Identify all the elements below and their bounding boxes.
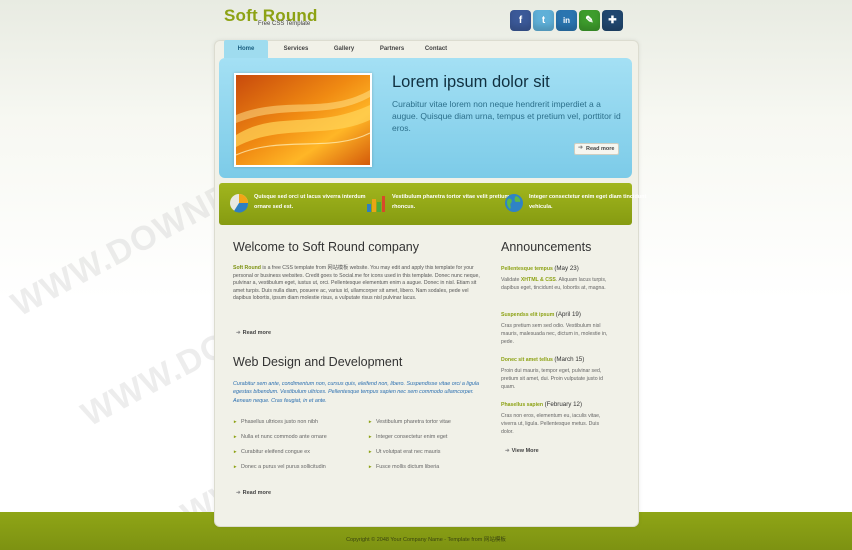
announcement-headline-label: Pellentesque tempus — [501, 266, 553, 272]
globe-icon — [505, 194, 523, 212]
announcements-title: Announcements — [501, 240, 592, 254]
list-item: Curabitur eleifend congue ex — [233, 449, 310, 455]
announcement-headline[interactable]: Phasellus sapien (February 12) — [501, 401, 582, 408]
webdesign-title: Web Design and Development — [233, 355, 403, 369]
list-item: Nulla et nunc commodo ante ornare — [233, 434, 327, 440]
tab-gallery[interactable]: Gallery — [324, 40, 364, 58]
hero-text: Curabitur vitae lorem non neque hendreri… — [392, 99, 621, 133]
webdesign-read-more-label: Read more — [242, 490, 272, 496]
announcement-headline-label: Donec sit amet tellus — [501, 357, 553, 363]
welcome-text: is a free CSS template from 网站模板 website… — [233, 265, 480, 302]
tab-partners[interactable]: Partners — [364, 40, 420, 58]
arrow-icon: ➜ — [236, 490, 241, 496]
footer-copyright: Copyright © 2048 Your Company Name - Tem… — [346, 537, 506, 543]
announcement-date: (February 12) — [544, 401, 583, 408]
feature-text-3: Integer consectetur enim eget diam tinci… — [529, 194, 647, 210]
bar-chart-icon — [367, 196, 385, 212]
announcement-date: (March 15) — [554, 356, 585, 363]
list-item: Donec a purus vel purus sollicitudin — [233, 464, 326, 470]
announcement-date: (April 19) — [555, 311, 581, 318]
hero-read-more-button[interactable]: ➜ Read more — [574, 143, 620, 155]
talk-icon[interactable]: ✎ — [579, 10, 600, 31]
announcement-text: Cras non eros, elementum eu, iaculis vit… — [501, 413, 601, 435]
announcement-headline-label: Phasellus sapien — [501, 402, 544, 408]
announcement-text: Validate XHTML & CSS. Aliquam lacus turp… — [501, 276, 609, 292]
hero-read-more-label: Read more — [586, 146, 615, 152]
list-item: Vestibulum pharetra tortor vitae — [368, 419, 451, 425]
social-links: f t in ✎ ✚ — [510, 10, 623, 31]
arrow-icon: ➜ — [236, 330, 241, 336]
list-item: Fusce mollis dictum liberia — [368, 464, 439, 470]
feature-text-2: Vestibulum pharetra tortor vitae velit p… — [392, 194, 510, 210]
welcome-lead: Soft Round — [233, 265, 261, 271]
announcement-date: (May 23) — [554, 265, 579, 272]
welcome-paragraph: Soft Round is a free CSS template from 网… — [233, 265, 483, 303]
welcome-title: Welcome to Soft Round company — [233, 240, 419, 254]
arrow-icon: ➜ — [578, 145, 584, 151]
twitter-icon[interactable]: t — [533, 10, 554, 31]
main-nav: Home Services Gallery Partners Contact — [224, 40, 452, 58]
announcement-text: Cras pretium sem sed odio. Vestibulum ni… — [501, 323, 608, 345]
logo-subtitle: Free CSS Template — [258, 21, 311, 27]
announcement-headline[interactable]: Suspendss elit ipsum (April 19) — [501, 311, 581, 318]
announcement-text-before: Validate — [501, 277, 520, 283]
tab-home[interactable]: Home — [224, 40, 268, 58]
hero-title: Lorem ipsum dolor sit — [392, 73, 550, 91]
announcement-text: Proin dui mauris, tempor eget, pulvinar … — [501, 368, 604, 390]
linkedin-icon[interactable]: in — [556, 10, 577, 31]
view-more-button[interactable]: ➜ View More — [505, 448, 539, 454]
myspace-icon[interactable]: ✚ — [602, 10, 623, 31]
list-item: Integer consectetur enim eget — [368, 434, 447, 440]
welcome-read-more-button[interactable]: ➜ Read more — [236, 330, 271, 336]
hero-image — [234, 73, 372, 167]
tab-services[interactable]: Services — [268, 40, 324, 58]
webdesign-read-more-button[interactable]: ➜ Read more — [236, 490, 271, 496]
arrow-icon: ➜ — [505, 448, 510, 454]
announcement-headline[interactable]: Pellentesque tempus (May 23) — [501, 265, 579, 272]
view-more-label: View More — [511, 448, 539, 454]
announcement-text-highlight[interactable]: XHTML & CSS — [521, 277, 556, 283]
facebook-icon[interactable]: f — [510, 10, 531, 31]
announcement-headline-label: Suspendss elit ipsum — [501, 312, 555, 318]
pie-chart-icon — [230, 194, 249, 213]
welcome-read-more-label: Read more — [242, 330, 272, 336]
feature-text-1: Quisque sed orci ut lacus viverra interd… — [254, 194, 366, 210]
tab-contact[interactable]: Contact — [420, 40, 452, 58]
webdesign-quote: Curabitur sem ante, condimentum non, cur… — [233, 381, 480, 404]
list-item: Ut volutpat erat nec mauris — [368, 449, 440, 455]
announcement-headline[interactable]: Donec sit amet tellus (March 15) — [501, 356, 584, 363]
list-item: Phasellus ultrices justo non nibh — [233, 419, 318, 425]
